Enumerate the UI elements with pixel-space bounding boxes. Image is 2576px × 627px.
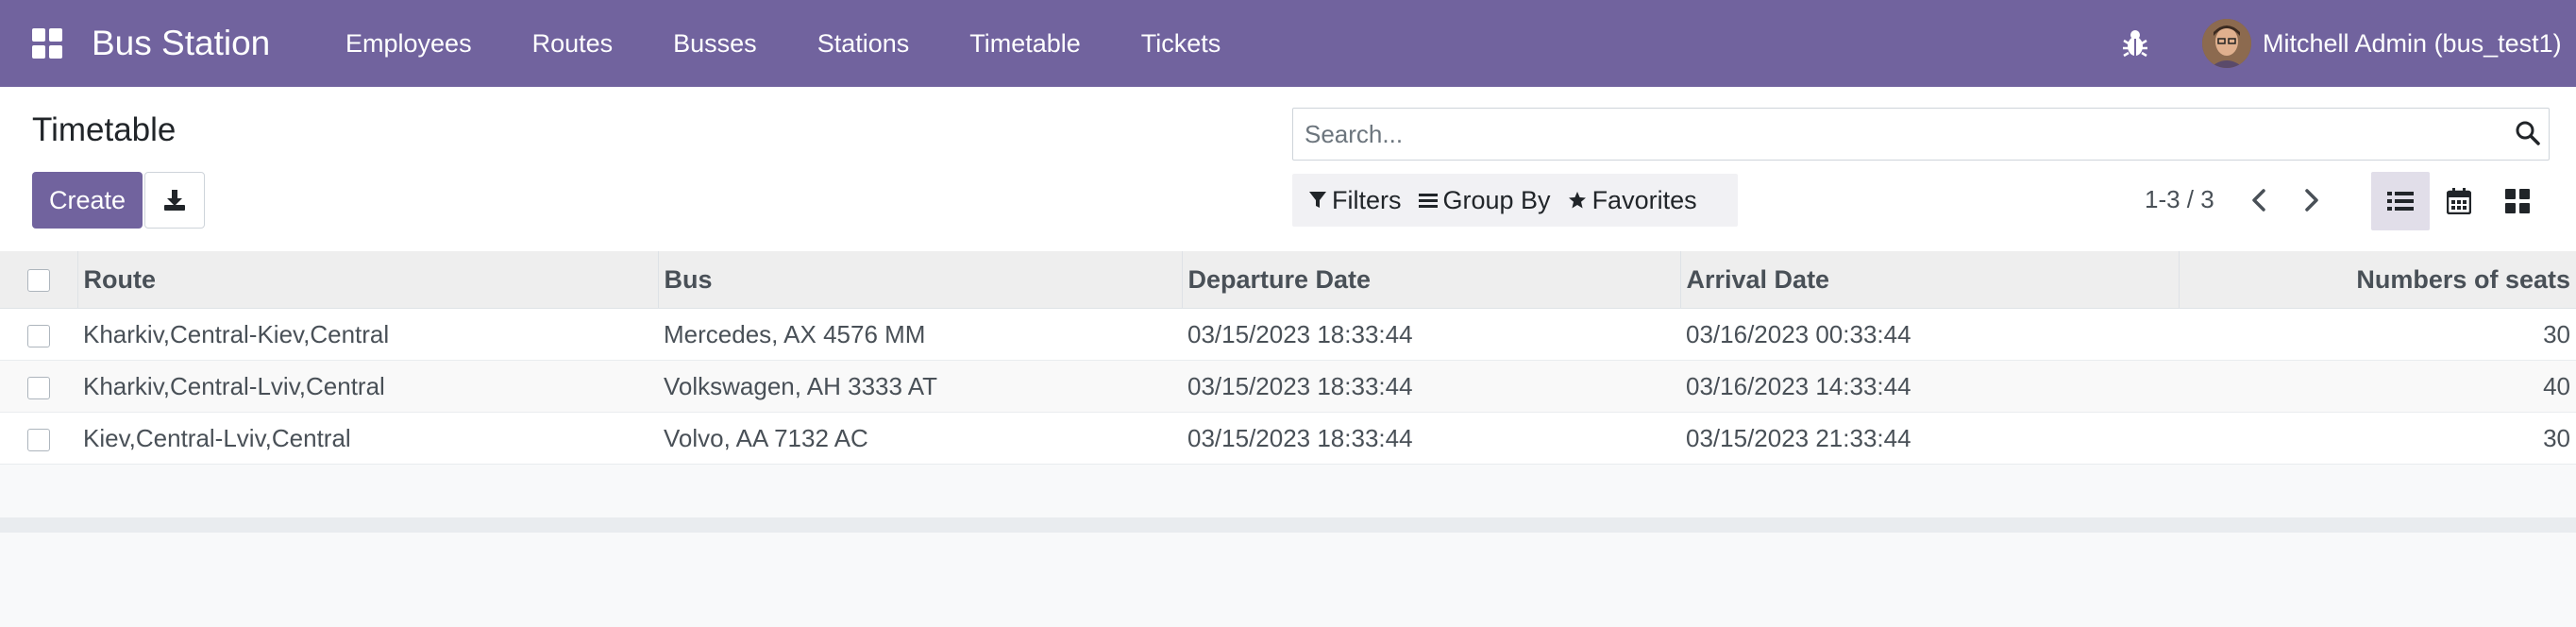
table-row[interactable]: Kharkiv,Central-Kiev,Central Mercedes, A… bbox=[0, 308, 2576, 361]
cell-bus: Volvo, AA 7132 AC bbox=[658, 412, 1182, 465]
main-menu: Employees Routes Busses Stations Timetab… bbox=[345, 0, 1281, 87]
cell-arrival-date: 03/15/2023 21:33:44 bbox=[1680, 412, 2179, 465]
create-button[interactable]: Create bbox=[32, 172, 143, 229]
debug-bug-icon[interactable] bbox=[2120, 26, 2150, 60]
filters-label: Filters bbox=[1332, 185, 1402, 214]
chevron-right-icon bbox=[2305, 189, 2318, 212]
row-checkbox[interactable] bbox=[27, 376, 50, 399]
view-switcher bbox=[2371, 172, 2547, 230]
column-header-arrival-date[interactable]: Arrival Date bbox=[1679, 251, 2179, 309]
pager-previous-button[interactable] bbox=[2243, 181, 2277, 219]
menu-item-employees[interactable]: Employees bbox=[345, 0, 472, 87]
table-row[interactable]: Kharkiv,Central-Lviv,Central Volkswagen,… bbox=[0, 360, 2576, 413]
group-by-label: Group By bbox=[1442, 185, 1551, 214]
search-options-bar: Filters Group By Favorites bbox=[1292, 174, 1738, 227]
search-box bbox=[1292, 108, 2550, 161]
menu-item-busses[interactable]: Busses bbox=[673, 0, 757, 87]
calendar-view-button[interactable] bbox=[2430, 172, 2488, 230]
chevron-left-icon bbox=[2252, 189, 2265, 212]
cell-numbers-of-seats: 40 bbox=[2179, 360, 2576, 413]
column-header-route[interactable]: Route bbox=[76, 251, 658, 309]
control-panel: Timetable Create Filters bbox=[0, 87, 2576, 252]
user-name: Mitchell Admin (bus_test1) bbox=[2263, 28, 2562, 58]
list-icon bbox=[2387, 192, 2414, 211]
column-header-departure-date[interactable]: Departure Date bbox=[1181, 251, 1680, 309]
export-button[interactable] bbox=[144, 172, 205, 229]
row-checkbox[interactable] bbox=[27, 428, 50, 451]
page-title: Timetable bbox=[32, 111, 177, 148]
pager-value[interactable]: 1-3 / 3 bbox=[2145, 185, 2214, 214]
apps-menu-icon[interactable] bbox=[32, 28, 62, 59]
cell-arrival-date: 03/16/2023 14:33:44 bbox=[1680, 360, 2179, 413]
timetable-list: Route Bus Departure Date Arrival Date Nu… bbox=[0, 251, 2576, 465]
cell-arrival-date: 03/16/2023 00:33:44 bbox=[1680, 308, 2179, 361]
row-select-cell bbox=[0, 412, 77, 465]
row-checkbox[interactable] bbox=[27, 324, 50, 347]
search-input[interactable] bbox=[1303, 109, 2486, 160]
user-menu[interactable]: Mitchell Admin (bus_test1) bbox=[2202, 19, 2562, 68]
cell-numbers-of-seats: 30 bbox=[2179, 412, 2576, 465]
star-icon bbox=[1568, 192, 1586, 209]
cell-bus: Mercedes, AX 4576 MM bbox=[658, 308, 1182, 361]
pager-next-button[interactable] bbox=[2294, 181, 2328, 219]
column-header-bus[interactable]: Bus bbox=[657, 251, 1182, 309]
cell-departure-date: 03/15/2023 18:33:44 bbox=[1182, 412, 1680, 465]
download-icon bbox=[164, 190, 185, 211]
calendar-icon bbox=[2447, 188, 2471, 214]
select-all-checkbox[interactable] bbox=[26, 269, 50, 293]
favorites-label: Favorites bbox=[1591, 185, 1697, 214]
app-brand[interactable]: Bus Station bbox=[92, 0, 270, 87]
cell-route: Kharkiv,Central-Lviv,Central bbox=[77, 360, 658, 413]
table-footer bbox=[0, 517, 2576, 533]
select-all-cell bbox=[0, 251, 77, 309]
menu-item-tickets[interactable]: Tickets bbox=[1141, 0, 1221, 87]
menu-item-stations[interactable]: Stations bbox=[817, 0, 910, 87]
table-header-row: Route Bus Departure Date Arrival Date Nu… bbox=[0, 251, 2576, 309]
list-view-button[interactable] bbox=[2371, 172, 2430, 230]
search-icon[interactable] bbox=[2515, 120, 2541, 146]
row-select-cell bbox=[0, 308, 77, 361]
cell-departure-date: 03/15/2023 18:33:44 bbox=[1182, 360, 1680, 413]
group-by-dropdown[interactable]: Group By bbox=[1418, 185, 1551, 215]
cell-route: Kiev,Central-Lviv,Central bbox=[77, 412, 658, 465]
top-navbar: Bus Station Employees Routes Busses Stat… bbox=[0, 0, 2576, 87]
cell-route: Kharkiv,Central-Kiev,Central bbox=[77, 308, 658, 361]
row-select-cell bbox=[0, 360, 77, 413]
cell-numbers-of-seats: 30 bbox=[2179, 308, 2576, 361]
filters-dropdown[interactable]: Filters bbox=[1309, 186, 1402, 215]
user-avatar bbox=[2202, 19, 2251, 68]
kanban-icon bbox=[2505, 189, 2530, 213]
kanban-view-button[interactable] bbox=[2488, 172, 2547, 230]
cell-bus: Volkswagen, AH 3333 AT bbox=[658, 360, 1182, 413]
favorites-dropdown[interactable]: Favorites bbox=[1568, 186, 1697, 215]
bars-icon bbox=[1418, 194, 1438, 208]
menu-item-routes[interactable]: Routes bbox=[532, 0, 614, 87]
table-row[interactable]: Kiev,Central-Lviv,Central Volvo, AA 7132… bbox=[0, 412, 2576, 465]
menu-item-timetable[interactable]: Timetable bbox=[969, 0, 1081, 87]
filter-icon bbox=[1309, 192, 1326, 208]
cell-departure-date: 03/15/2023 18:33:44 bbox=[1182, 308, 1680, 361]
column-header-numbers-of-seats[interactable]: Numbers of seats bbox=[2178, 251, 2576, 309]
